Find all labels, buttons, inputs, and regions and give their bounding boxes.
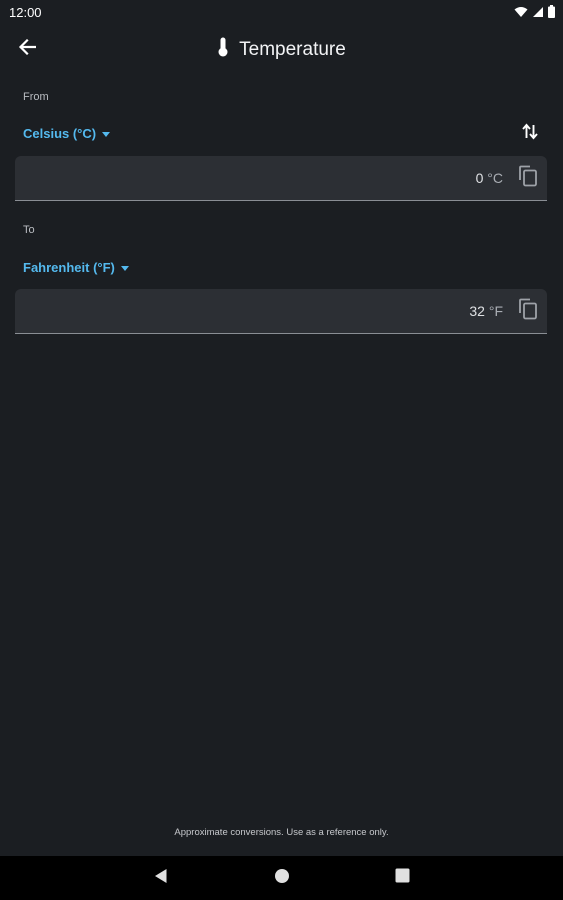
to-label: To: [23, 224, 35, 236]
to-copy-button[interactable]: [517, 298, 539, 325]
from-value-display: 0 °C: [476, 170, 503, 186]
from-unit-symbol: °C: [487, 170, 503, 186]
back-triangle-icon: [154, 868, 168, 889]
to-unit-symbol: °F: [488, 303, 503, 319]
app-bar: Temperature: [0, 24, 563, 76]
system-nav-bar: [0, 856, 563, 900]
wifi-icon: [514, 5, 528, 23]
chevron-down-icon: [120, 265, 129, 271]
from-value: 0: [475, 170, 484, 186]
from-label: From: [23, 91, 49, 103]
from-unit-dropdown[interactable]: Celsius (°C): [23, 126, 111, 141]
nav-home-button[interactable]: [272, 868, 292, 888]
to-value-field[interactable]: 32 °F: [15, 289, 547, 334]
title-group: Temperature: [0, 37, 563, 62]
copy-icon: [518, 165, 538, 192]
from-copy-button[interactable]: [517, 165, 539, 192]
copy-icon: [518, 298, 538, 325]
swap-vertical-icon: [522, 123, 538, 145]
signal-icon: [532, 5, 544, 23]
status-time: 12:00: [9, 5, 42, 20]
from-unit-label: Celsius (°C): [23, 126, 97, 141]
disclaimer-text: Approximate conversions. Use as a refere…: [174, 827, 389, 838]
battery-icon: [548, 5, 555, 23]
nav-back-button[interactable]: [151, 868, 171, 888]
thermometer-icon: [217, 37, 229, 62]
chevron-down-icon: [102, 131, 111, 137]
nav-recents-button[interactable]: [392, 868, 412, 888]
to-value: 32: [469, 303, 485, 319]
from-value-field[interactable]: 0 °C: [15, 156, 547, 201]
page-title: Temperature: [239, 38, 346, 60]
status-icons: [514, 5, 555, 23]
recents-square-icon: [395, 868, 410, 888]
to-unit-label: Fahrenheit (°F): [23, 260, 115, 275]
status-bar: 12:00: [0, 0, 563, 24]
home-circle-icon: [274, 868, 290, 889]
to-value-display: 32 °F: [469, 303, 503, 319]
swap-units-button[interactable]: [518, 122, 542, 146]
to-unit-dropdown[interactable]: Fahrenheit (°F): [23, 260, 129, 275]
